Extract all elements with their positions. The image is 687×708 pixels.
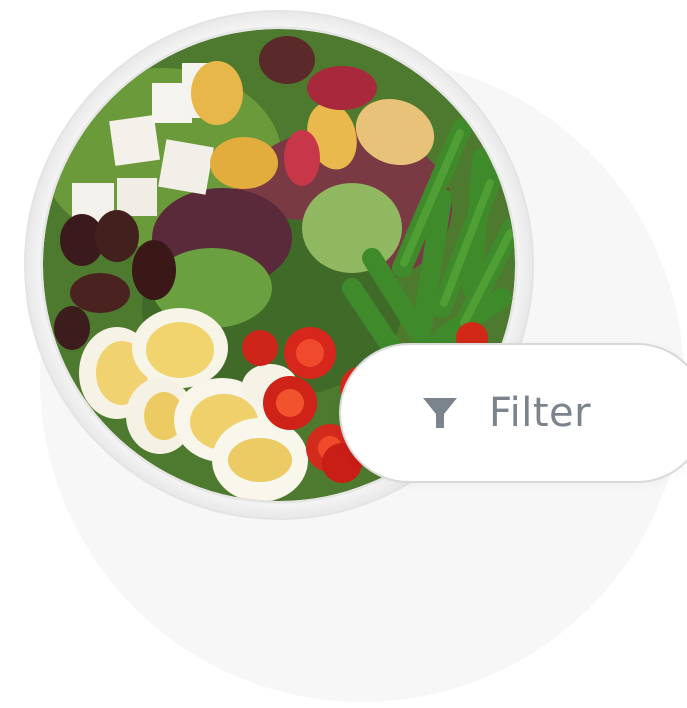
salad-promo-card: Filter xyxy=(0,0,687,708)
filter-button[interactable]: Filter xyxy=(339,343,687,483)
filter-label: Filter xyxy=(489,390,592,436)
funnel-icon xyxy=(421,394,459,432)
